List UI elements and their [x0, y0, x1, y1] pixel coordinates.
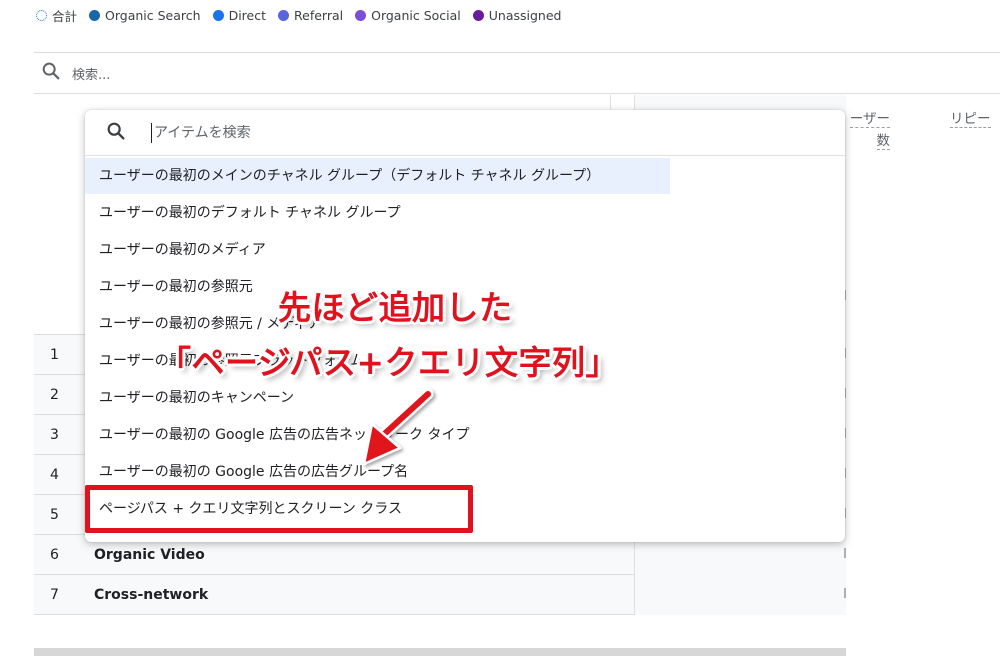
legend-label: Unassigned — [488, 7, 562, 23]
horizontal-scrollbar[interactable] — [34, 648, 846, 656]
dropdown-search-input[interactable] — [152, 124, 652, 141]
search-icon — [40, 60, 62, 86]
row-channel[interactable]: Cross-network — [94, 587, 208, 603]
dropdown-option-first-default-channel-group[interactable]: ユーザーの最初のデフォルト チャネル グループ — [85, 195, 670, 231]
chart-legend: 合計 Organic Search Direct Referral Organi… — [36, 6, 573, 24]
legend-item-unassigned[interactable]: Unassigned — [472, 7, 562, 23]
annotation-line-1: 先ほど追加した — [278, 288, 513, 327]
table-row[interactable]: 7 Cross-network — [34, 575, 634, 615]
legend-dot-icon — [89, 9, 101, 21]
row-number: 6 — [50, 546, 59, 563]
legend-dot-icon — [355, 9, 367, 21]
legend-label: Organic Social — [371, 7, 461, 23]
header-text: 数 — [876, 133, 890, 150]
legend-label: Organic Search — [105, 7, 201, 23]
legend-label: Direct — [228, 7, 266, 23]
legend-label: Referral — [294, 7, 344, 23]
highlight-box — [85, 485, 473, 533]
legend-item-organic-social[interactable]: Organic Social — [355, 8, 461, 23]
header-text: ーザー — [849, 111, 890, 128]
legend-item-organic-search[interactable]: Organic Search — [89, 8, 201, 23]
dropdown-search-bar — [85, 110, 845, 156]
search-icon — [105, 120, 127, 146]
annotation-arrow-icon — [362, 388, 434, 466]
legend-item-total[interactable]: 合計 — [36, 6, 77, 25]
annotation-line-2: 「ページパス+クエリ文字列」 — [158, 343, 620, 382]
dropdown-option-first-main-channel-group[interactable]: ユーザーの最初のメインのチャネル グループ（デフォルト チャネル グループ） — [85, 158, 670, 194]
clipped-value-mark — [844, 548, 846, 558]
clipped-value-mark — [844, 588, 846, 598]
row-channel[interactable]: Organic Video — [94, 547, 205, 563]
legend-dot-icon — [472, 9, 484, 21]
column-header-returning[interactable]: リピー — [950, 108, 1000, 130]
column-header-users[interactable]: ーザー 数 — [846, 108, 890, 152]
report-search-placeholder[interactable]: 検索... — [72, 64, 110, 83]
legend-dot-icon — [212, 9, 224, 21]
legend-label: 合計 — [52, 8, 78, 24]
report-search-bar[interactable]: 検索... — [34, 52, 1000, 94]
row-number: 7 — [50, 586, 59, 603]
legend-item-referral[interactable]: Referral — [278, 8, 343, 23]
legend-dotted-circle-icon — [36, 9, 47, 21]
dropdown-option-first-medium[interactable]: ユーザーの最初のメディア — [85, 232, 670, 268]
legend-dot-icon — [278, 9, 289, 21]
header-text: リピー — [950, 111, 991, 128]
legend-item-direct[interactable]: Direct — [212, 7, 266, 23]
